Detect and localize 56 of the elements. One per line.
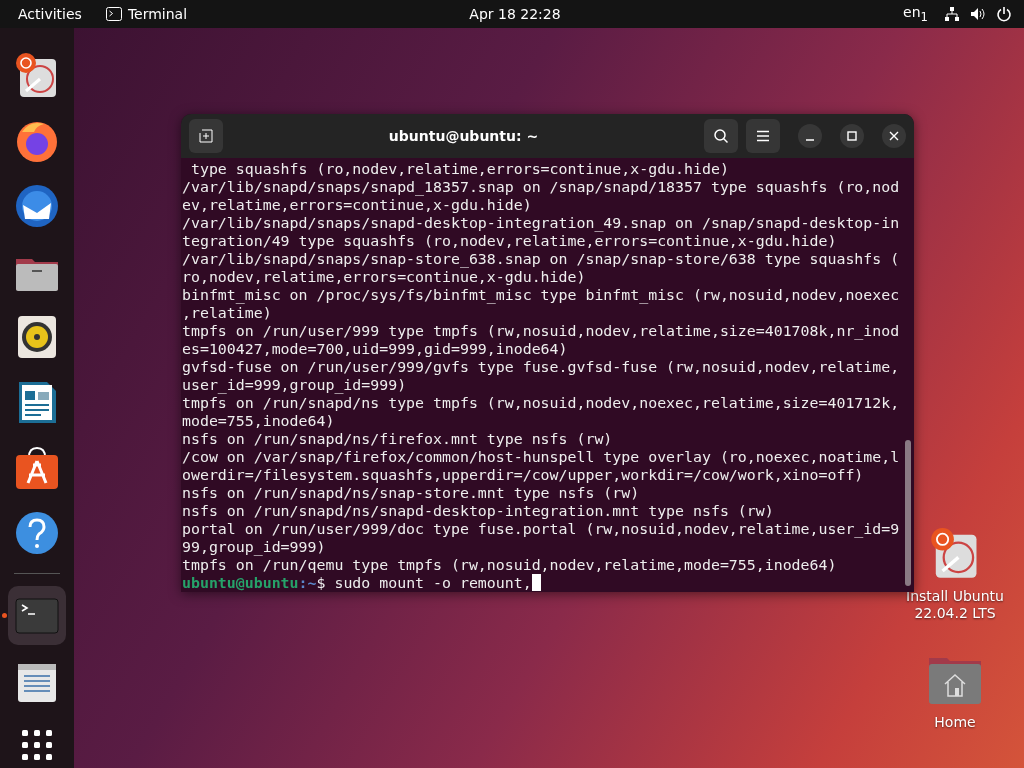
text-cursor: [531, 574, 541, 591]
new-tab-button[interactable]: [189, 119, 223, 153]
minimize-icon: [805, 139, 815, 141]
search-button[interactable]: [704, 119, 738, 153]
terminal-output-line: /var/lib/snapd/snaps/snapd-desktop-integration_49.snap on /snap/snapd-desktop-in: [182, 214, 901, 232]
activities-button[interactable]: Activities: [18, 6, 82, 22]
search-icon: [713, 128, 729, 144]
terminal-output-line: /cow on /var/snap/firefox/common/host-hunspell type overlay (ro,noexec,noatime,l: [182, 448, 901, 466]
terminal-output-line: ,relatime): [182, 304, 273, 322]
terminal-output-line: portal on /run/user/999/doc type fuse.portal (rw,nosuid,nodev,relatime,user_id=9: [182, 520, 901, 538]
terminal-output-line: tmpfs on /run/user/999 type tmpfs (rw,nosuid,nodev,relatime,size=401708k,nr_inod: [182, 322, 901, 340]
terminal-output-line: type squashfs (ro,nodev,relatime,errors=continue,x-gdu.hide): [189, 160, 730, 178]
window-title: ubuntu@ubuntu: ~: [387, 128, 540, 144]
terminal-output-line: nsfs on /run/snapd/ns/snap-store.mnt type nsfs (rw): [182, 484, 641, 502]
maximize-icon: [847, 131, 857, 141]
desktop-icon-label[interactable]: Install Ubuntu 22.04.2 LTS: [900, 588, 1010, 622]
new-tab-icon: [198, 128, 214, 144]
terminal-output-line: nsfs on /run/snapd/ns/snapd-desktop-integration.mnt type nsfs (rw): [182, 502, 775, 520]
terminal-icon: [105, 7, 122, 21]
terminal-output-line: tmpfs on /run/snapd/ns type tmpfs (rw,nosuid,nodev,noexec,relatime,size=401712k,: [182, 394, 901, 412]
terminal-output-line: 99,group_id=999): [182, 538, 327, 556]
desktop-icon-label[interactable]: Home: [900, 714, 1010, 731]
terminal-output-line: owerdir=/filesystem.squashfs,upperdir=/cow/upper,workdir=/cow/work,xino=off): [182, 466, 865, 484]
keyboard-layout-indicator[interactable]: en$_{1}$: [903, 4, 928, 24]
menu-icon: [755, 128, 771, 144]
terminal-output-line: binfmt_misc on /proc/sys/fs/binfmt_misc type binfmt_misc (rw,nosuid,nodev,noexec: [182, 286, 901, 304]
terminal-output-line: user_id=999,group_id=999): [182, 376, 408, 394]
minimize-button[interactable]: [798, 124, 822, 148]
clock[interactable]: Apr 18 22:28: [349, 6, 681, 22]
terminal-output-line: tmpfs on /run/qemu type tmpfs (rw,nosuid,nodev,relatime,mode=755,inode64): [182, 556, 838, 574]
power-icon[interactable]: [996, 6, 1012, 22]
running-dot-icon: [2, 612, 7, 618]
terminal-output-line: nsfs on /run/snapd/ns/firefox.mnt type nsfs (rw): [182, 430, 614, 448]
prompt-symbol: $: [316, 574, 326, 592]
app-menu-label[interactable]: Terminal: [127, 6, 188, 22]
scrollbar[interactable]: [905, 440, 911, 586]
network-icon[interactable]: [944, 6, 960, 22]
terminal-output-line: mode=755,inode64): [182, 412, 336, 430]
prompt-path: :~: [298, 574, 317, 592]
prompt-user-host: ubuntu@ubuntu: [182, 574, 299, 592]
help-icon: [14, 510, 60, 557]
terminal-output-line: /var/lib/snapd/snaps/snap-store_638.snap on /snap/snap-store/638 type squashfs (: [182, 250, 901, 268]
terminal-output-line: es=100427,mode=700,uid=999,gid=999,inode64): [182, 340, 569, 358]
mail-bird-icon: [14, 183, 60, 230]
terminal-output-line: tegration/49 type squashfs (ro,nodev,relatime,errors=continue,x-gdu.hide): [182, 232, 838, 250]
terminal-output-line: ev,relatime,errors=continue,x-gdu.hide): [182, 196, 533, 214]
maximize-button[interactable]: [840, 124, 864, 148]
terminal-output-line: gvfsd-fuse on /run/user/999/gvfs type fuse.gvfsd-fuse (rw,nosuid,nodev,relatime,: [182, 358, 901, 376]
terminal-output-line: ro,nodev,relatime,errors=continue,x-gdu.hide): [182, 268, 587, 286]
menu-button[interactable]: [746, 119, 780, 153]
typed-command: sudo mount -o remount,: [334, 574, 532, 592]
shopping-bag-icon: [14, 444, 60, 491]
close-icon: [889, 131, 899, 141]
volume-icon[interactable]: [970, 6, 986, 22]
terminal-output-line: /var/lib/snapd/snaps/snapd_18357.snap on /snap/snapd/18357 type squashfs (ro,nod: [182, 178, 901, 196]
close-button[interactable]: [882, 124, 906, 148]
